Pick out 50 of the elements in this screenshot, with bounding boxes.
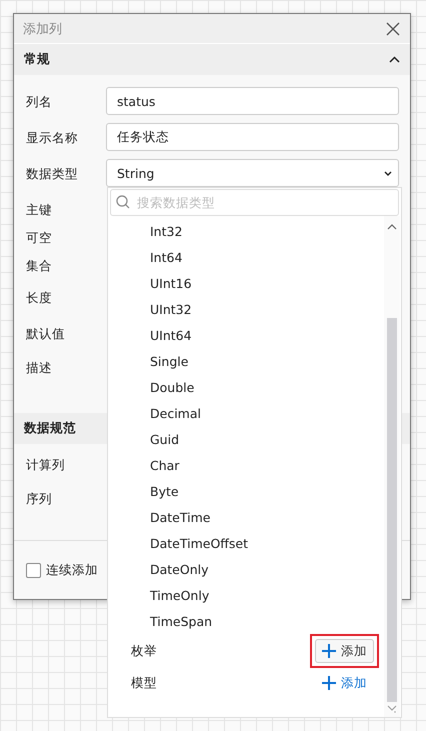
- plus-icon: [322, 644, 336, 658]
- window-title: 添加列: [23, 20, 62, 38]
- list-item[interactable]: Guid: [109, 427, 384, 453]
- list-item[interactable]: DateTimeOffset: [109, 531, 384, 557]
- field-label: 数据类型: [26, 165, 79, 183]
- field-label: 集合: [26, 257, 53, 275]
- list-item[interactable]: Single: [109, 349, 384, 375]
- list-item[interactable]: Int64: [109, 245, 384, 271]
- list-item[interactable]: UInt64: [109, 323, 384, 349]
- chevron-down-icon: [384, 170, 392, 176]
- section-title: 数据规范: [24, 420, 76, 437]
- field-label: 可空: [26, 229, 53, 247]
- section-title: 常规: [24, 51, 50, 68]
- checkbox[interactable]: [26, 562, 41, 578]
- input-field[interactable]: status: [106, 87, 399, 115]
- search-field[interactable]: 搜索数据类型: [110, 189, 399, 216]
- field-label: 长度: [26, 289, 53, 307]
- list-item[interactable]: UInt32: [109, 297, 384, 323]
- list-item[interactable]: Char: [109, 453, 384, 479]
- add-button[interactable]: 添加: [315, 639, 374, 663]
- plus-icon: [322, 676, 336, 690]
- search-icon: [116, 195, 130, 209]
- list-item[interactable]: Decimal: [109, 401, 384, 427]
- add-button[interactable]: 添加: [315, 671, 374, 695]
- close-icon[interactable]: [386, 22, 400, 36]
- list-item[interactable]: Double: [109, 375, 384, 401]
- scrollbar[interactable]: [384, 216, 400, 717]
- list-item[interactable]: TimeSpan: [109, 609, 384, 635]
- field-label: 序列: [26, 490, 53, 508]
- select-field[interactable]: String: [106, 159, 399, 187]
- list-item[interactable]: Int32: [109, 219, 384, 245]
- checkbox-label: 连续添加: [46, 562, 98, 578]
- field-label: 计算列: [26, 456, 66, 474]
- list-item[interactable]: UInt16: [109, 271, 384, 297]
- list-item[interactable]: DateOnly: [109, 557, 384, 583]
- group-label: 模型: [131, 674, 157, 692]
- field-label: 列名: [26, 93, 53, 111]
- field-label: 显示名称: [26, 129, 79, 147]
- section-header[interactable]: 常规: [14, 44, 410, 75]
- list-item[interactable]: TimeOnly: [109, 583, 384, 609]
- field-label: 主键: [26, 201, 53, 219]
- list-item[interactable]: Byte: [109, 479, 384, 505]
- input-field[interactable]: 任务状态: [106, 123, 399, 151]
- chevron-up-icon[interactable]: [389, 56, 400, 63]
- field-label: 默认值: [26, 325, 66, 343]
- field-label: 描述: [26, 359, 53, 377]
- resize-grip-icon[interactable]: [387, 705, 397, 713]
- group-label: 枚举: [131, 642, 157, 660]
- list-item[interactable]: DateTime: [109, 505, 384, 531]
- scrollbar-thumb[interactable]: [387, 318, 397, 702]
